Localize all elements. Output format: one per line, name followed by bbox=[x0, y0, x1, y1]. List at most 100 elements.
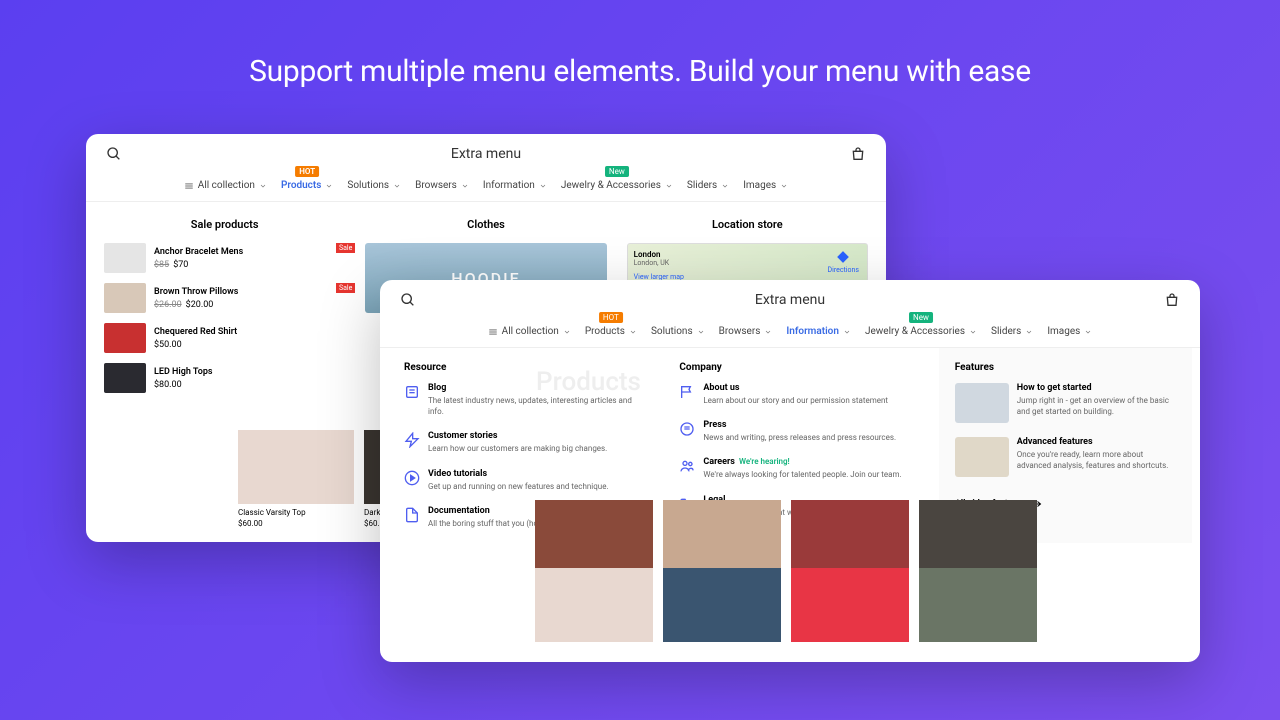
search-icon[interactable] bbox=[400, 292, 416, 308]
nav-item-images[interactable]: Images bbox=[1047, 326, 1092, 337]
nav-item-sliders[interactable]: Sliders bbox=[687, 180, 729, 191]
product-image bbox=[791, 500, 909, 574]
nav-item-all-collection[interactable]: All collection bbox=[488, 326, 571, 337]
hamburger-icon bbox=[184, 181, 194, 191]
product-thumb bbox=[104, 283, 146, 313]
ghost-heading: Products bbox=[536, 367, 641, 397]
chevron-down-icon bbox=[1084, 328, 1092, 336]
store-name: Extra menu bbox=[755, 292, 825, 308]
info-title: Press bbox=[703, 420, 896, 430]
product-image bbox=[535, 568, 653, 642]
feature-item[interactable]: Advanced features Once you're ready, lear… bbox=[955, 437, 1176, 477]
chevron-down-icon bbox=[843, 328, 851, 336]
page-headline: Support multiple menu elements. Build yo… bbox=[0, 0, 1280, 89]
product-price: $60.00 bbox=[238, 519, 354, 528]
product-card[interactable] bbox=[535, 568, 653, 642]
feature-desc: Jump right in - get an overview of the b… bbox=[1017, 395, 1176, 417]
nav-item-jewelry-accessories[interactable]: Jewelry & AccessoriesNew bbox=[865, 326, 977, 337]
chevron-down-icon bbox=[1025, 328, 1033, 336]
nav-item-browsers[interactable]: Browsers bbox=[719, 326, 773, 337]
nav-item-jewelry-accessories[interactable]: Jewelry & AccessoriesNew bbox=[561, 180, 673, 191]
product-title: Anchor Bracelet Mens bbox=[154, 247, 345, 257]
hamburger-icon bbox=[488, 327, 498, 337]
info-item-press[interactable]: Press News and writing, press releases an… bbox=[679, 420, 922, 443]
nav-item-information[interactable]: Information bbox=[483, 180, 547, 191]
product-image bbox=[919, 568, 1037, 642]
feature-thumb bbox=[955, 437, 1009, 477]
info-title: Video tutorials bbox=[428, 469, 609, 479]
info-title: Customer stories bbox=[428, 431, 607, 441]
feature-item[interactable]: How to get started Jump right in - get an… bbox=[955, 383, 1176, 423]
sale-product-item[interactable]: Anchor Bracelet Mens$85$70Sale bbox=[104, 243, 345, 273]
product-card[interactable] bbox=[919, 568, 1037, 642]
nav-item-solutions[interactable]: Solutions bbox=[651, 326, 705, 337]
info-item-video-tutorials[interactable]: Video tutorials Get up and running on new… bbox=[404, 469, 647, 492]
product-thumb bbox=[104, 323, 146, 353]
product-grid-3 bbox=[535, 568, 1037, 642]
feature-desc: Once you're ready, learn more about adva… bbox=[1017, 449, 1176, 471]
nav-item-solutions[interactable]: Solutions bbox=[347, 180, 401, 191]
nav-item-information[interactable]: Information bbox=[786, 326, 851, 337]
sale-product-item[interactable]: LED High Tops $80.00 bbox=[104, 363, 345, 393]
nav-item-sliders[interactable]: Sliders bbox=[991, 326, 1033, 337]
sale-badge: Sale bbox=[336, 243, 355, 253]
nav-item-products[interactable]: ProductsHOT bbox=[281, 180, 333, 191]
sale-product-item[interactable]: Chequered Red Shirt$50.00 bbox=[104, 323, 345, 353]
chevron-down-icon bbox=[629, 328, 637, 336]
info-title: CareersWe're hearing! bbox=[703, 457, 901, 467]
product-card[interactable] bbox=[663, 568, 781, 642]
product-card[interactable] bbox=[791, 568, 909, 642]
nav-item-images[interactable]: Images bbox=[743, 180, 788, 191]
column-title-sale: Sale products bbox=[104, 218, 345, 231]
product-thumb bbox=[104, 363, 146, 393]
product-title: LED High Tops bbox=[154, 367, 345, 377]
info-item-customer-stories[interactable]: Customer storiesLearn how our customers … bbox=[404, 431, 647, 454]
nav-item-browsers[interactable]: Browsers bbox=[415, 180, 469, 191]
product-title: Chequered Red Shirt bbox=[154, 327, 345, 337]
zap-icon bbox=[404, 432, 420, 448]
badge-hot: HOT bbox=[599, 312, 623, 323]
chevron-down-icon bbox=[780, 182, 788, 190]
column-title-features: Features bbox=[955, 362, 1176, 373]
store-name: Extra menu bbox=[451, 146, 521, 162]
chat-icon bbox=[679, 421, 695, 437]
nav-item-all-collection[interactable]: All collection bbox=[184, 180, 267, 191]
product-price: $26.00$20.00 bbox=[154, 300, 345, 310]
flag-icon bbox=[679, 384, 695, 400]
map-directions-link[interactable]: Directions bbox=[828, 250, 859, 274]
chevron-down-icon bbox=[969, 328, 977, 336]
info-desc: News and writing, press releases and pre… bbox=[703, 432, 896, 443]
search-icon[interactable] bbox=[106, 146, 122, 162]
info-desc: Get up and running on new features and t… bbox=[428, 481, 609, 492]
column-title-clothes: Clothes bbox=[365, 218, 606, 231]
product-price: $80.00 bbox=[154, 380, 345, 390]
product-card[interactable]: Classic Varsity Top $60.00 bbox=[238, 430, 354, 528]
bag-icon[interactable] bbox=[1164, 292, 1180, 308]
product-image bbox=[663, 500, 781, 574]
main-nav: All collection ProductsHOT Solutions Browse… bbox=[86, 174, 886, 202]
info-desc: We're always looking for talented people… bbox=[703, 469, 901, 480]
product-thumb bbox=[104, 243, 146, 273]
column-title-location: Location store bbox=[627, 218, 868, 231]
feature-title: Advanced features bbox=[1017, 437, 1176, 447]
product-title: Classic Varsity Top bbox=[238, 508, 354, 517]
nav-item-products[interactable]: ProductsHOT bbox=[585, 326, 637, 337]
hiring-badge: We're hearing! bbox=[739, 457, 790, 466]
product-image bbox=[791, 568, 909, 642]
badge-hot: HOT bbox=[295, 166, 319, 177]
column-title-company: Company bbox=[679, 362, 922, 373]
chevron-down-icon bbox=[764, 328, 772, 336]
badge-new: New bbox=[605, 166, 629, 177]
feature-thumb bbox=[955, 383, 1009, 423]
info-item-about-us[interactable]: About usLearn about our story and our pe… bbox=[679, 383, 922, 406]
feature-title: How to get started bbox=[1017, 383, 1176, 393]
bag-icon[interactable] bbox=[850, 146, 866, 162]
chevron-down-icon bbox=[665, 182, 673, 190]
sale-product-item[interactable]: Brown Throw Pillows$26.00$20.00Sale bbox=[104, 283, 345, 313]
product-image bbox=[535, 500, 653, 574]
chevron-down-icon bbox=[461, 182, 469, 190]
info-title: About us bbox=[703, 383, 888, 393]
chevron-down-icon bbox=[325, 182, 333, 190]
info-item-careers[interactable]: CareersWe're hearing! We're always lookin… bbox=[679, 457, 922, 480]
chevron-down-icon bbox=[563, 328, 571, 336]
